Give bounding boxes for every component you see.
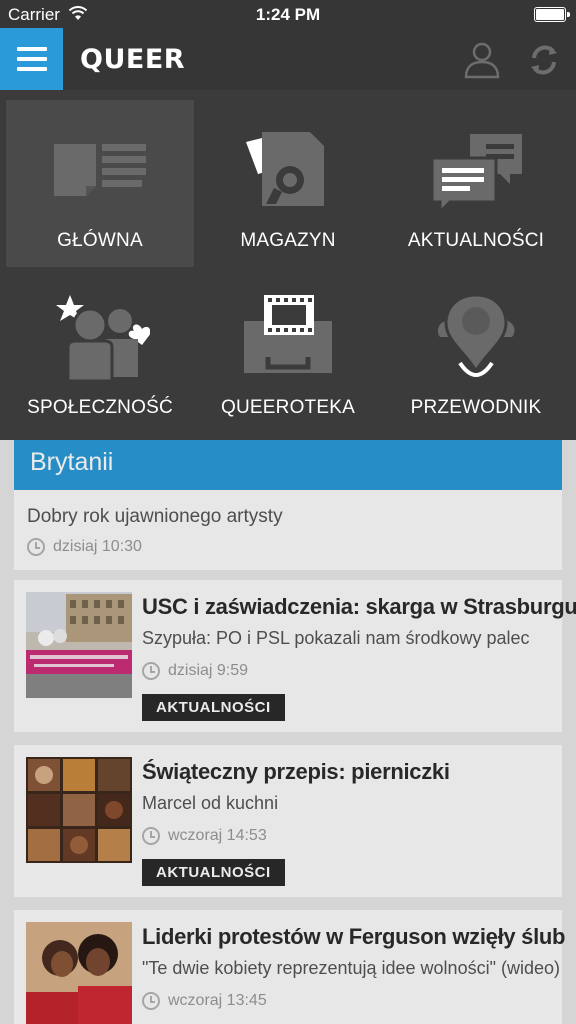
film-box-icon [244,295,332,373]
nav-label-spolecznosc: SPOŁECZNOŚĆ [27,397,173,418]
clock-icon [142,992,160,1010]
featured-time: dzisiaj 10:30 [27,538,142,556]
article-card[interactable]: Liderki protestów w Ferguson wzięły ślub… [14,910,566,1024]
article-title: Świąteczny przepis: pierniczki [142,759,450,784]
article-card[interactable]: USC i zaświadczenia: skarga w Strasburgu… [14,580,576,732]
article-subtitle: Marcel od kuchni [142,793,279,813]
community-icon [56,295,150,383]
news-feed: Brytanii Dobry rok ujawnionego artysty d… [0,440,576,1024]
nav-item-magazyn[interactable]: MAGAZYN [194,100,382,267]
clock-icon [142,662,160,680]
article-title: Liderki protestów w Ferguson wzięły ślub [142,924,566,949]
article-subtitle: "Te dwie kobiety reprezentują idee wolno… [142,958,560,978]
news-chat-icon [430,134,522,216]
article-thumbnail [26,592,132,698]
article-time: wczoraj 13:45 [142,992,267,1010]
status-bar: Carrier 1:24 PM [0,0,576,30]
clock-icon [27,538,45,556]
article-time: dzisiaj 9:59 [142,662,248,680]
app-header: QUEER [0,28,576,90]
menu-button[interactable] [0,28,63,90]
article-subtitle: Szypuła: PO i PSL pokazali nam środkowy … [142,628,530,648]
nav-menu: GŁÓWNA MAGAZYN AKTUALNOŚCI SPOŁECZNOŚĆ Q… [0,90,576,440]
clock-icon [142,827,160,845]
magazine-icon [246,132,324,206]
hamburger-icon-bar [17,57,47,61]
clock-time: 1:24 PM [255,5,321,24]
hamburger-icon-bar [17,47,47,51]
nav-item-aktualnosci[interactable]: AKTUALNOŚCI [382,100,570,267]
article-time: wczoraj 14:53 [142,827,267,845]
article-title: USC i zaświadczenia: skarga w Strasburgu… [142,594,576,619]
featured-card[interactable]: Brytanii Dobry rok ujawnionego artysty d… [14,440,562,570]
map-pin-icon [437,293,515,377]
nav-item-glowna[interactable]: GŁÓWNA [6,100,194,267]
battery-icon [534,7,570,22]
nav-label-przewodnik: PRZEWODNIK [410,397,542,418]
nav-label-aktualnosci: AKTUALNOŚCI [407,230,545,251]
nav-item-queeroteka[interactable]: QUEEROTEKA [194,267,382,434]
article-thumbnail [26,757,132,863]
nav-label-magazyn: MAGAZYN [240,230,336,251]
hamburger-icon-bar [17,67,47,71]
nav-item-przewodnik[interactable]: PRZEWODNIK [382,267,570,434]
nav-item-spolecznosc[interactable]: SPOŁECZNOŚĆ [6,267,194,434]
article-thumbnail [26,922,132,1024]
app-logo: QUEER [80,44,186,75]
nav-label-queeroteka: QUEEROTEKA [221,397,355,418]
user-icon[interactable] [462,40,502,80]
article-card[interactable]: Świąteczny przepis: pierniczki Marcel od… [14,745,562,897]
category-badge[interactable]: AKTUALNOŚCI [142,694,285,721]
home-news-icon [54,144,146,196]
featured-subtitle: Dobry rok ujawnionego artysty [27,506,283,527]
refresh-icon[interactable] [526,42,562,78]
nav-label-glowna: GŁÓWNA [57,230,143,251]
category-badge[interactable]: AKTUALNOŚCI [142,859,285,886]
featured-title: Brytanii [14,440,562,490]
